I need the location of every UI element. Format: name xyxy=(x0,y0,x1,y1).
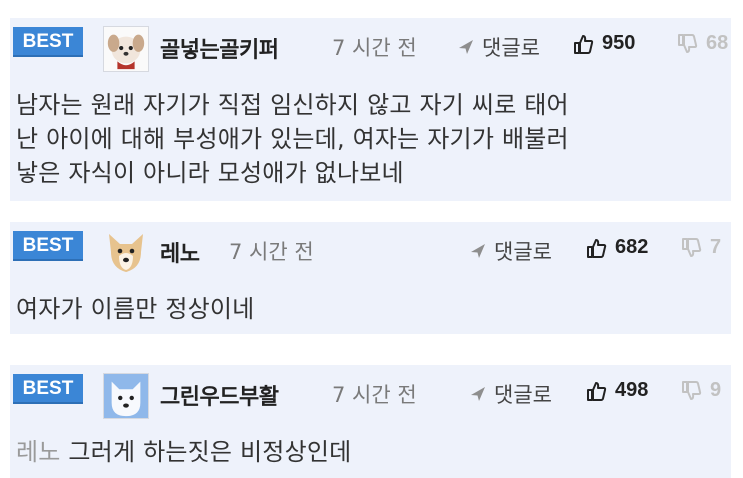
thumbs-up-icon xyxy=(574,34,594,54)
upvote-count: 682 xyxy=(615,236,649,258)
reply-label: 댓글로 xyxy=(494,240,552,264)
comment-card: BEST 골넣는골키퍼 7 시간 전 댓글로 950 68 남자는 원래 자기가… xyxy=(10,18,731,201)
downvote-count: 68 xyxy=(706,32,729,54)
thumbs-down-icon xyxy=(682,237,702,257)
reply-button[interactable]: 댓글로 xyxy=(468,236,552,266)
comment-line: 낳은 자식이 아니라 모성애가 없나보네 xyxy=(16,159,404,187)
best-badge: BEST xyxy=(13,374,83,404)
upvote-button[interactable]: 498 xyxy=(585,379,648,402)
reply-label: 댓글로 xyxy=(494,383,552,407)
downvote-button[interactable]: 9 xyxy=(680,379,721,402)
comment-card: BEST 레노 7 시간 전 댓글로 682 7 여자가 이름만 정상이네 xyxy=(10,222,731,334)
nickname[interactable]: 그린우드부활 xyxy=(160,379,279,411)
send-arrow-icon xyxy=(459,40,473,54)
timestamp: 7 시간 전 xyxy=(229,240,314,264)
comment-line: 여자가 이름만 정상이네 xyxy=(16,295,255,323)
timestamp: 7 시간 전 xyxy=(332,36,417,60)
thumbs-down-icon xyxy=(678,33,698,53)
upvote-count: 498 xyxy=(615,379,649,401)
thumbs-down-icon xyxy=(682,380,702,400)
downvote-count: 7 xyxy=(710,236,722,258)
comment-header: BEST 골넣는골키퍼 7 시간 전 댓글로 950 68 xyxy=(10,18,731,72)
upvote-button[interactable]: 682 xyxy=(585,236,648,259)
send-arrow-icon xyxy=(471,387,485,401)
thumbs-up-icon xyxy=(587,381,607,401)
puppy-avatar-icon[interactable] xyxy=(103,26,149,72)
send-arrow-icon xyxy=(471,244,485,258)
white-dog-avatar-icon[interactable] xyxy=(103,373,149,419)
comment-line: 남자는 원래 자기가 직접 임신하지 않고 자기 씨로 태어 xyxy=(16,91,569,119)
comment-text: 남자는 원래 자기가 직접 임신하지 않고 자기 씨로 태어 난 아이에 대해 … xyxy=(16,88,569,190)
comment-line: 그러게 하는짓은 비정상인데 xyxy=(68,438,352,466)
comment-line: 난 아이에 대해 부성애가 있는데, 여자는 자기가 배불러 xyxy=(16,125,569,153)
reply-button[interactable]: 댓글로 xyxy=(456,32,540,62)
downvote-button[interactable]: 7 xyxy=(680,236,721,259)
comment-text: 여자가 이름만 정상이네 xyxy=(16,292,254,326)
downvote-count: 9 xyxy=(710,379,722,401)
downvote-button[interactable]: 68 xyxy=(676,32,728,55)
dog-avatar-icon[interactable] xyxy=(103,230,149,276)
timestamp: 7 시간 전 xyxy=(332,383,417,407)
upvote-count: 950 xyxy=(602,32,636,54)
nickname[interactable]: 레노 xyxy=(160,236,200,268)
best-badge: BEST xyxy=(13,27,83,57)
comment-header: BEST 레노 7 시간 전 댓글로 682 7 xyxy=(10,222,731,276)
nickname[interactable]: 골넣는골키퍼 xyxy=(160,32,279,64)
best-badge: BEST xyxy=(13,231,83,261)
thumbs-up-icon xyxy=(587,238,607,258)
comment-card: BEST 그린우드부활 7 시간 전 댓글로 498 9 레노 그러게 하는짓은… xyxy=(10,365,731,478)
mention-link[interactable]: 레노 xyxy=(16,438,61,466)
reply-button[interactable]: 댓글로 xyxy=(468,379,552,409)
upvote-button[interactable]: 950 xyxy=(572,32,635,55)
comment-header: BEST 그린우드부활 7 시간 전 댓글로 498 9 xyxy=(10,365,731,419)
reply-label: 댓글로 xyxy=(482,36,540,60)
comment-text: 레노 그러게 하는짓은 비정상인데 xyxy=(16,435,351,469)
